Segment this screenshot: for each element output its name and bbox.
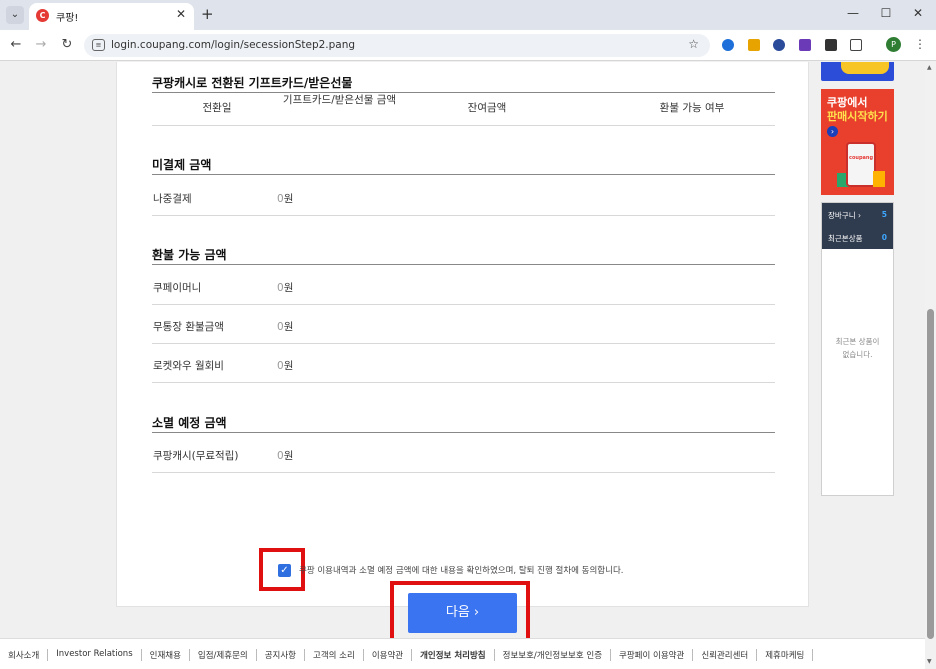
footer-link[interactable]: 이용약관 bbox=[364, 649, 413, 661]
ad-title: 쿠팡에서 bbox=[827, 96, 868, 109]
divider bbox=[152, 432, 775, 433]
extension-icon[interactable] bbox=[825, 39, 837, 51]
browser-menu-icon[interactable]: ⋮ bbox=[914, 37, 926, 51]
ad-brand: coupang bbox=[849, 155, 874, 161]
row-value: 0원 bbox=[277, 321, 294, 333]
forward-button[interactable]: → bbox=[33, 37, 49, 52]
divider bbox=[152, 343, 775, 344]
ad-subtitle: 판매시작하기 bbox=[827, 110, 888, 123]
row-value: 0원 bbox=[277, 360, 294, 372]
minimize-button[interactable]: — bbox=[843, 6, 863, 20]
row-label: 쿠팡캐시(무료적립) bbox=[153, 450, 239, 462]
cart-link[interactable]: 장바구니 › bbox=[828, 210, 861, 221]
refund-section-title: 환불 가능 금액 bbox=[152, 248, 227, 262]
column-header: 기프트카드/받은선물 금액 bbox=[282, 94, 397, 106]
footer-link[interactable]: 신뢰관리센터 bbox=[693, 649, 758, 661]
next-button[interactable]: 다음 › bbox=[408, 593, 517, 633]
row-label: 쿠페이머니 bbox=[153, 282, 202, 294]
extensions-puzzle-icon[interactable] bbox=[850, 39, 862, 51]
extension-icon[interactable] bbox=[748, 39, 760, 51]
toolbar: ← → ↻ ≡ login.coupang.com/login/secessio… bbox=[0, 30, 936, 61]
banner-ad[interactable] bbox=[821, 62, 894, 81]
footer-link[interactable]: 회사소개 bbox=[0, 649, 49, 661]
footer-link[interactable]: 공지사항 bbox=[257, 649, 305, 661]
scroll-thumb[interactable] bbox=[927, 309, 934, 639]
address-bar[interactable]: ≡ login.coupang.com/login/secessionStep2… bbox=[84, 34, 710, 57]
recent-items-link[interactable]: 최근본상품 bbox=[828, 233, 863, 244]
divider bbox=[152, 215, 775, 216]
active-tab[interactable]: C 쿠팡! ✕ bbox=[29, 3, 194, 30]
row-label: 무통장 환불금액 bbox=[153, 321, 224, 333]
footer-link[interactable]: 개인정보 처리방침 bbox=[412, 649, 495, 661]
seller-ad-banner[interactable]: 쿠팡에서 판매시작하기 › coupang bbox=[821, 89, 894, 195]
maximize-button[interactable]: ☐ bbox=[876, 6, 896, 20]
divider bbox=[152, 382, 775, 383]
footer-link[interactable]: Investor Relations bbox=[48, 649, 142, 661]
column-header: 잔여금액 bbox=[467, 102, 507, 114]
close-tab-icon[interactable]: ✕ bbox=[176, 7, 186, 21]
row-label: 나중결제 bbox=[153, 193, 192, 205]
withdrawal-card: 쿠팡캐시로 전환된 기프트카드/받은선물 전환일 기프트카드/받은선물 금액 잔… bbox=[116, 62, 809, 607]
tab-strip: ⌄ C 쿠팡! ✕ + — ☐ ✕ bbox=[0, 0, 936, 30]
column-header: 전환일 bbox=[202, 102, 232, 114]
close-window-button[interactable]: ✕ bbox=[908, 6, 928, 20]
footer-links: 회사소개 Investor Relations 인재채용 입점/제휴문의 공지사항 고객의… bbox=[0, 649, 814, 661]
unpaid-section-title: 미결제 금액 bbox=[152, 158, 212, 172]
agree-checkbox[interactable]: ✓ bbox=[278, 564, 291, 577]
footer-link[interactable]: 인재채용 bbox=[142, 649, 190, 661]
column-header: 환불 가능 여부 bbox=[659, 102, 725, 114]
back-button[interactable]: ← bbox=[8, 37, 24, 52]
coupang-favicon-icon: C bbox=[36, 9, 49, 22]
divider bbox=[152, 472, 775, 473]
expire-section-title: 소멸 예정 금액 bbox=[152, 416, 227, 430]
divider bbox=[152, 125, 775, 126]
divider bbox=[152, 264, 775, 265]
divider bbox=[152, 92, 775, 93]
row-value: 0원 bbox=[277, 450, 294, 462]
divider bbox=[152, 174, 775, 175]
divider bbox=[152, 304, 775, 305]
page-scrollbar[interactable]: ▲ ▼ bbox=[925, 62, 936, 669]
bookmark-star-icon[interactable]: ☆ bbox=[688, 37, 699, 51]
site-info-icon[interactable]: ≡ bbox=[92, 39, 105, 51]
extension-icon[interactable] bbox=[773, 39, 785, 51]
giftcard-section-title: 쿠팡캐시로 전환된 기프트카드/받은선물 bbox=[152, 76, 353, 90]
row-value: 0원 bbox=[277, 193, 294, 205]
reload-button[interactable]: ↻ bbox=[59, 37, 75, 52]
footer-link[interactable]: 제휴마케팅 bbox=[757, 649, 814, 661]
phone-icon bbox=[846, 142, 876, 187]
recent-items-rail: 장바구니 › 5 최근본상품 0 최근본 상품이 없습니다. bbox=[821, 202, 894, 496]
footer-link[interactable]: 정보보호/개인정보보호 인증 bbox=[495, 649, 612, 661]
row-value: 0원 bbox=[277, 282, 294, 294]
page-viewport: 쿠팡캐시로 전환된 기프트카드/받은선물 전환일 기프트카드/받은선물 금액 잔… bbox=[0, 62, 925, 669]
footer-link[interactable]: 입점/제휴문의 bbox=[190, 649, 257, 661]
profile-avatar[interactable]: P bbox=[886, 37, 901, 52]
footer-link[interactable]: 쿠팡페이 이용약관 bbox=[611, 649, 694, 661]
cart-count: 5 bbox=[881, 210, 887, 219]
footer-link[interactable]: 고객의 소리 bbox=[305, 649, 364, 661]
extension-icon[interactable] bbox=[722, 39, 734, 51]
recent-empty-message: 최근본 상품이 없습니다. bbox=[835, 337, 880, 359]
footer: 회사소개 Investor Relations 인재채용 입점/제휴문의 공지사항 고객의… bbox=[0, 638, 925, 669]
url-text[interactable]: login.coupang.com/login/secessionStep2.p… bbox=[111, 39, 355, 51]
scroll-down-icon[interactable]: ▼ bbox=[927, 658, 932, 665]
tab-search-button[interactable]: ⌄ bbox=[6, 6, 24, 24]
row-label: 로켓와우 월회비 bbox=[153, 360, 224, 372]
tab-title: 쿠팡! bbox=[56, 13, 79, 24]
recent-count: 0 bbox=[881, 233, 887, 242]
arrow-right-icon: › bbox=[827, 126, 838, 137]
scroll-up-icon[interactable]: ▲ bbox=[927, 64, 932, 71]
extension-icon[interactable] bbox=[799, 39, 811, 51]
new-tab-button[interactable]: + bbox=[201, 5, 214, 23]
agree-label[interactable]: 쿠팡 이용내역과 소멸 예정 금액에 대한 내용을 확인하였으며, 탈퇴 진행 … bbox=[299, 564, 623, 576]
